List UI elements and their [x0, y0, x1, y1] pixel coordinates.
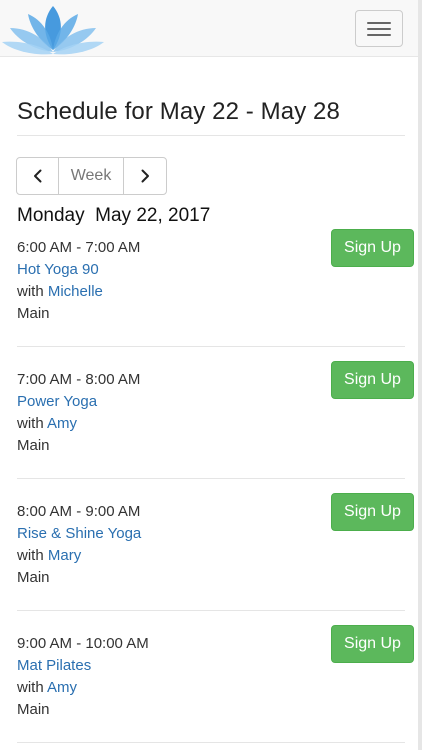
divider	[17, 478, 405, 479]
week-view-button[interactable]: Week	[59, 158, 124, 194]
next-week-button[interactable]	[124, 158, 166, 194]
divider	[17, 346, 405, 347]
sign-up-button[interactable]: Sign Up	[331, 361, 414, 399]
class-instructor-line: with Amy	[17, 679, 78, 696]
class-time: 7:00 AM - 8:00 AM	[17, 371, 141, 388]
class-instructor-line: with Michelle	[17, 283, 103, 300]
chevron-left-icon	[33, 169, 42, 183]
class-time: 6:00 AM - 7:00 AM	[17, 239, 141, 256]
divider	[17, 610, 405, 611]
divider	[17, 742, 405, 743]
sign-up-button[interactable]: Sign Up	[331, 625, 414, 663]
page-title: Schedule for May 22 - May 28	[17, 98, 340, 125]
class-item: 8:00 AM - 9:00 AM Rise & Shine Yoga with…	[0, 493, 422, 635]
class-instructor-line: with Mary	[17, 547, 82, 564]
instructor-link[interactable]: Mary	[48, 547, 81, 564]
class-room: Main	[17, 569, 50, 586]
class-room: Main	[17, 701, 50, 718]
sign-up-button[interactable]: Sign Up	[331, 493, 414, 531]
divider	[17, 135, 405, 136]
class-time: 8:00 AM - 9:00 AM	[17, 503, 141, 520]
class-name-link[interactable]: Mat Pilates	[17, 657, 91, 674]
class-item: 9:00 AM - 10:00 AM Mat Pilates with Amy …	[0, 625, 422, 750]
lotus-logo-icon[interactable]	[2, 0, 104, 57]
class-name-link[interactable]: Power Yoga	[17, 393, 97, 410]
hamburger-menu-icon	[367, 21, 391, 24]
instructor-link[interactable]: Michelle	[48, 283, 103, 300]
navbar	[0, 0, 422, 57]
class-item: 7:00 AM - 8:00 AM Power Yoga with Amy Ma…	[0, 361, 422, 503]
class-name-link[interactable]: Rise & Shine Yoga	[17, 525, 141, 542]
day-heading: Monday May 22, 2017	[17, 205, 211, 226]
previous-week-button[interactable]	[17, 158, 60, 194]
class-instructor-line: with Amy	[17, 415, 78, 432]
chevron-right-icon	[141, 169, 149, 183]
class-item: 6:00 AM - 7:00 AM Hot Yoga 90 with Miche…	[0, 229, 422, 371]
menu-toggle-button[interactable]	[355, 10, 403, 47]
class-room: Main	[17, 437, 50, 454]
sign-up-button[interactable]: Sign Up	[331, 229, 414, 267]
class-room: Main	[17, 305, 50, 322]
instructor-link[interactable]: Amy	[47, 415, 77, 432]
class-name-link[interactable]: Hot Yoga 90	[17, 261, 99, 278]
class-time: 9:00 AM - 10:00 AM	[17, 635, 149, 652]
week-navigator: Week	[16, 157, 167, 195]
instructor-link[interactable]: Amy	[47, 679, 77, 696]
